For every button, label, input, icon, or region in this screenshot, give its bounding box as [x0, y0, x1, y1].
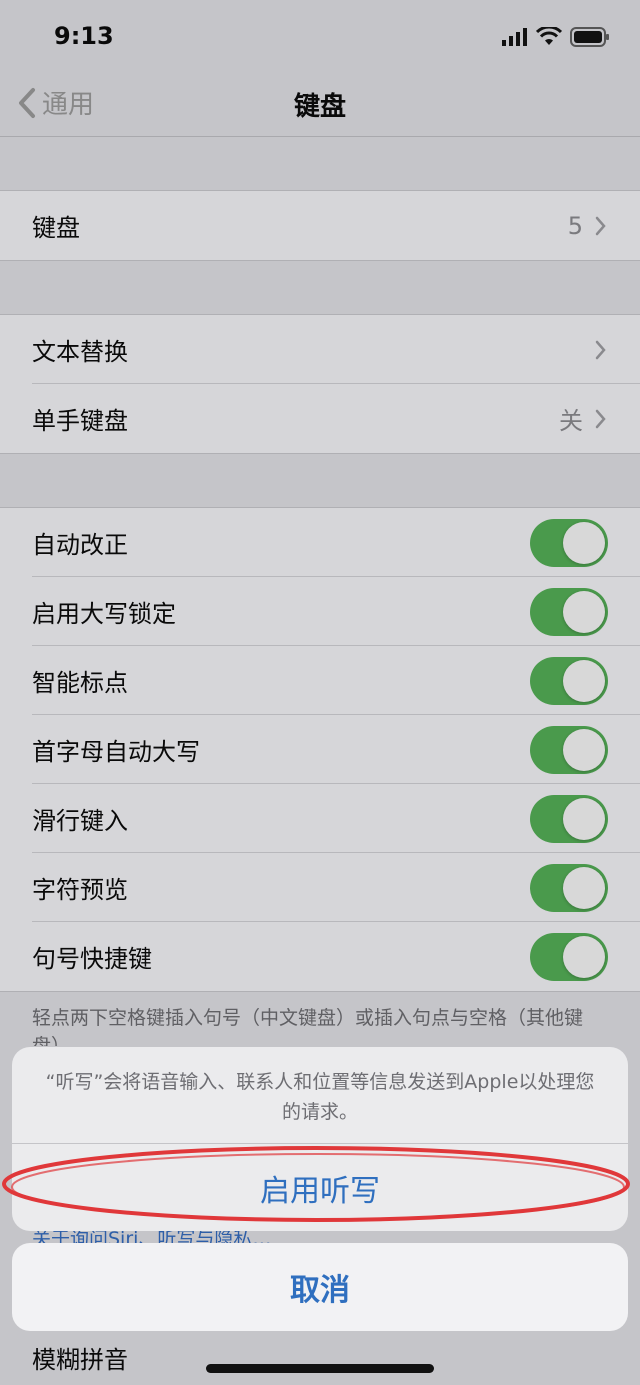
toggle-row-smart-punctuation: 智能标点 [0, 646, 640, 715]
row-label: 自动改正 [32, 531, 128, 559]
row-label: 文本替换 [32, 338, 128, 366]
caps-lock-toggle[interactable] [530, 587, 608, 636]
chevron-right-icon [595, 409, 606, 428]
auto-correct-toggle[interactable] [530, 518, 608, 567]
toggles-group: 自动改正 启用大写锁定 智能标点 首字母自动大写 滑行键入 字符预览 句号快捷键 [0, 507, 640, 992]
row-label: 字符预览 [32, 876, 128, 904]
row-label: 模糊拼音 [32, 1346, 128, 1374]
wifi-icon [536, 27, 562, 45]
text-group: 文本替换 单手键盘 关 [0, 314, 640, 454]
status-time: 9:13 [54, 22, 114, 50]
toggle-row-auto-correct: 自动改正 [0, 508, 640, 577]
smart-punctuation-toggle[interactable] [530, 656, 608, 705]
annotation-ellipse-icon [2, 1146, 630, 1222]
home-indicator[interactable] [206, 1364, 434, 1373]
character-preview-toggle[interactable] [530, 863, 608, 912]
status-bar: 9:13 [0, 0, 640, 72]
cellular-signal-icon [502, 28, 527, 46]
keyboards-group: 键盘 5 [0, 190, 640, 261]
row-label: 单手键盘 [32, 407, 128, 435]
row-label: 首字母自动大写 [32, 738, 200, 766]
toggle-row-caps-lock: 启用大写锁定 [0, 577, 640, 646]
fuzzy-pinyin-row[interactable]: 模糊拼音 [0, 1322, 640, 1385]
period-shortcut-footnote: 轻点两下空格键插入句号（中文键盘）或插入句点与空格（其他键盘）。 [32, 1007, 584, 1046]
keyboards-row[interactable]: 键盘 5 [0, 191, 640, 260]
chevron-right-icon [595, 340, 606, 359]
row-label: 智能标点 [32, 669, 128, 697]
sheet-message: “听写”会将语音输入、联系人和位置等信息发送到Apple以处理您的请求。 [45, 1071, 595, 1123]
cancel-button[interactable]: 取消 [12, 1243, 628, 1331]
slide-to-type-toggle[interactable] [530, 794, 608, 843]
page-title: 键盘 [293, 92, 346, 122]
text-replacement-row[interactable]: 文本替换 [0, 315, 640, 384]
toggle-row-period-shortcut: 句号快捷键 [0, 922, 640, 991]
chevron-right-icon [595, 216, 606, 235]
row-label: 键盘 [32, 214, 80, 242]
toggle-row-character-preview: 字符预览 [0, 853, 640, 922]
period-shortcut-toggle[interactable] [530, 932, 608, 981]
auto-capitalization-toggle[interactable] [530, 725, 608, 774]
row-label: 滑行键入 [32, 807, 128, 835]
status-icons [502, 26, 610, 48]
row-value: 关 [559, 407, 583, 435]
row-label: 句号快捷键 [32, 945, 152, 973]
toggle-row-auto-capitalization: 首字母自动大写 [0, 715, 640, 784]
row-label: 启用大写锁定 [32, 600, 176, 628]
toggle-row-slide-to-type: 滑行键入 [0, 784, 640, 853]
nav-bar: 通用 键盘 [0, 72, 640, 137]
battery-icon [570, 27, 609, 47]
one-handed-keyboard-row[interactable]: 单手键盘 关 [0, 384, 640, 453]
row-value: 5 [567, 211, 583, 240]
